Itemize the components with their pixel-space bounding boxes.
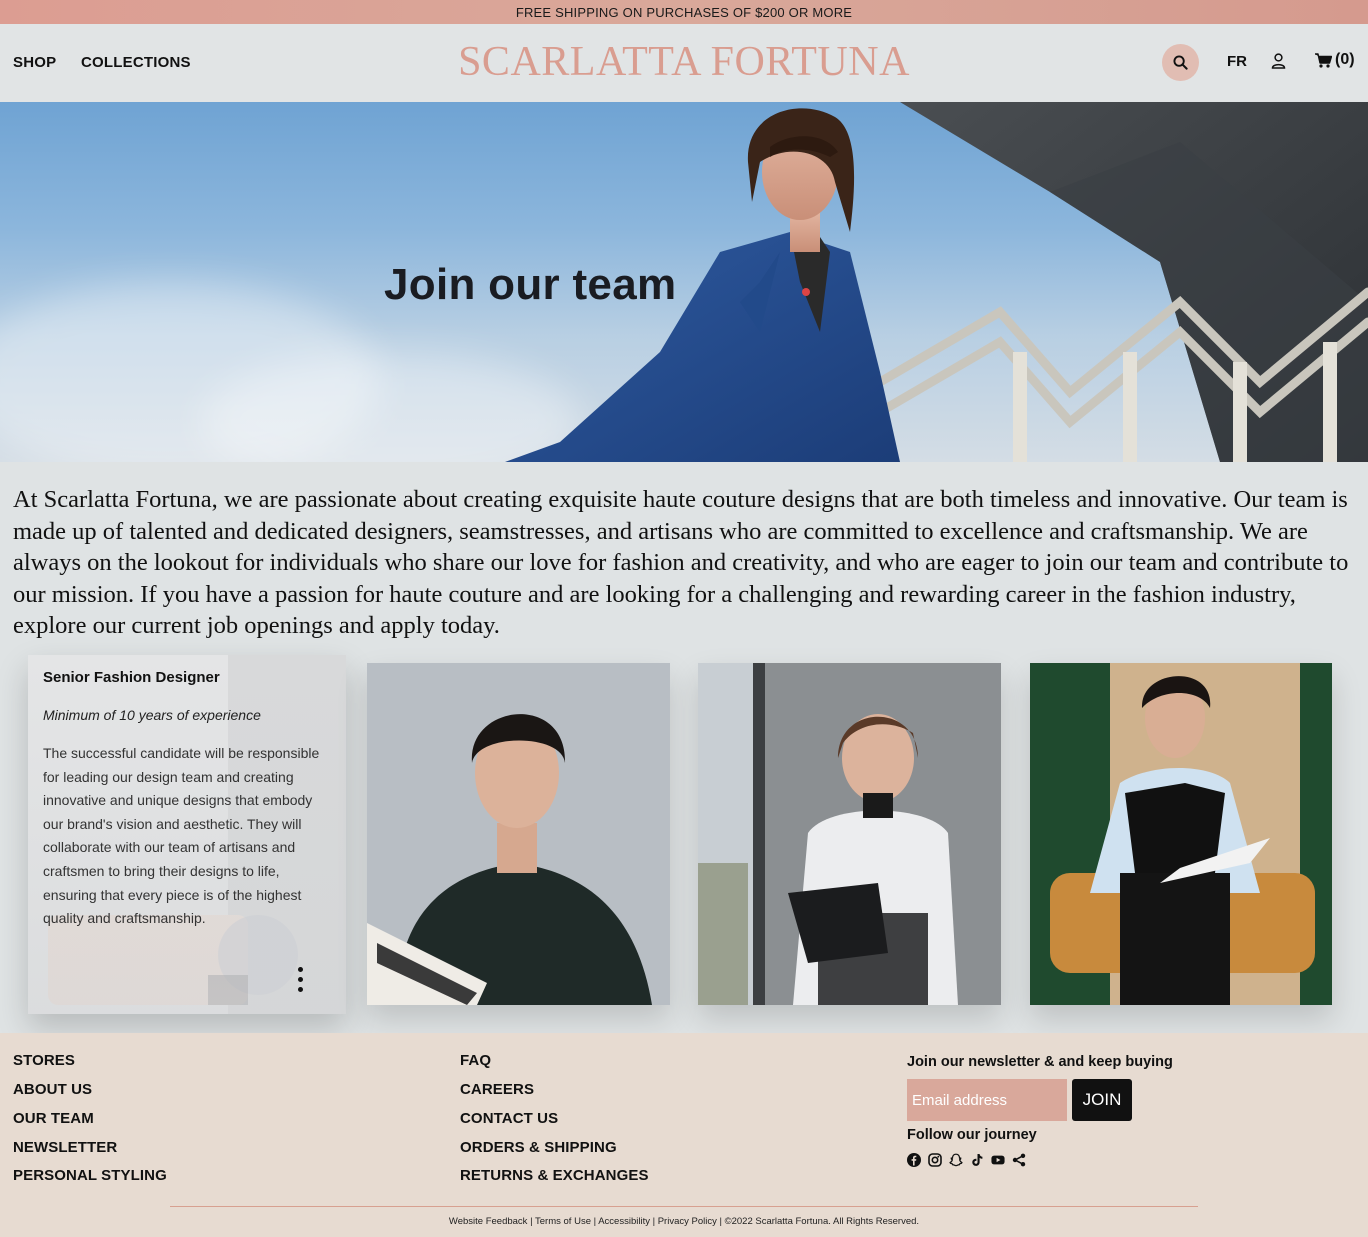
user-icon — [1271, 53, 1286, 69]
language-switch[interactable]: FR — [1227, 53, 1247, 70]
job-card[interactable]: Senior Fashion Designer Minimum of 10 ye… — [28, 655, 346, 1014]
cart-button[interactable]: (0) — [1315, 51, 1355, 69]
tiktok-icon[interactable] — [970, 1153, 984, 1167]
kebab-dot-icon — [298, 977, 303, 982]
footer-link-stores[interactable]: STORES — [13, 1052, 75, 1069]
facebook-icon[interactable] — [907, 1153, 921, 1167]
social-links — [907, 1153, 1026, 1167]
footer-link-our-team[interactable]: OUR TEAM — [13, 1110, 94, 1127]
footer-divider — [170, 1206, 1198, 1207]
team-photo-1 — [367, 663, 670, 1005]
newsletter-email-input[interactable] — [907, 1079, 1067, 1121]
job-description: The successful candidate will be respons… — [43, 745, 320, 927]
accessibility-link[interactable]: Accessibility — [598, 1216, 650, 1227]
share-icon[interactable] — [1012, 1153, 1026, 1167]
job-experience: Minimum of 10 years of experience — [43, 707, 261, 723]
terms-link[interactable]: Terms of Use — [535, 1216, 591, 1227]
instagram-icon[interactable] — [928, 1153, 942, 1167]
newsletter-label: Join our newsletter & and keep buying — [907, 1054, 1173, 1070]
youtube-icon[interactable] — [991, 1153, 1005, 1167]
legal-bar: Website Feedback | Terms of Use | Access… — [448, 1216, 920, 1227]
promo-banner: FREE SHIPPING ON PURCHASES OF $200 OR MO… — [0, 0, 1368, 24]
footer-link-personal-styling[interactable]: PERSONAL STYLING — [13, 1167, 167, 1184]
site-header: SHOP COLLECTIONS SCARLATTA FORTUNA FR (0… — [0, 24, 1368, 102]
hero-banner: Join our team — [0, 102, 1368, 462]
nav-collections[interactable]: COLLECTIONS — [81, 54, 191, 71]
footer-link-newsletter[interactable]: NEWSLETTER — [13, 1139, 117, 1156]
job-title: Senior Fashion Designer — [43, 669, 220, 686]
site-footer: STORES ABOUT US OUR TEAM NEWSLETTER PERS… — [0, 1033, 1368, 1237]
promo-text: FREE SHIPPING ON PURCHASES OF $200 OR MO… — [515, 4, 853, 20]
footer-link-about-us[interactable]: ABOUT US — [13, 1081, 92, 1098]
footer-link-contact-us[interactable]: CONTACT US — [460, 1110, 558, 1127]
cart-count: (0) — [1335, 51, 1355, 68]
kebab-dot-icon — [298, 987, 303, 992]
nav-shop[interactable]: SHOP — [13, 54, 56, 71]
follow-label: Follow our journey — [907, 1127, 1037, 1143]
newsletter-join-button[interactable]: JOIN — [1072, 1079, 1132, 1121]
brand-logo[interactable]: SCARLATTA FORTUNA — [458, 39, 910, 85]
hero-title: Join our team — [384, 260, 677, 309]
footer-link-careers[interactable]: CAREERS — [460, 1081, 534, 1098]
search-button[interactable] — [1162, 44, 1199, 81]
intro-paragraph: At Scarlatta Fortuna, we are passionate … — [13, 486, 1349, 640]
copyright-text: ©2022 Scarlatta Fortuna. All Rights Rese… — [724, 1216, 920, 1227]
kebab-dot-icon — [298, 967, 303, 972]
privacy-link[interactable]: Privacy Policy — [658, 1216, 717, 1227]
footer-link-faq[interactable]: FAQ — [460, 1052, 491, 1069]
website-feedback-link[interactable]: Website Feedback — [449, 1216, 528, 1227]
account-button[interactable] — [1271, 53, 1286, 74]
search-icon — [1173, 55, 1188, 70]
cart-icon — [1315, 52, 1332, 68]
team-photo-2 — [698, 663, 1001, 1005]
footer-link-orders-shipping[interactable]: ORDERS & SHIPPING — [460, 1139, 617, 1156]
hero-image — [505, 102, 1368, 462]
snapchat-icon[interactable] — [949, 1153, 963, 1167]
more-options-button[interactable] — [298, 967, 303, 992]
team-photo-3 — [1030, 663, 1332, 1005]
footer-link-returns-exchanges[interactable]: RETURNS & EXCHANGES — [460, 1167, 649, 1184]
